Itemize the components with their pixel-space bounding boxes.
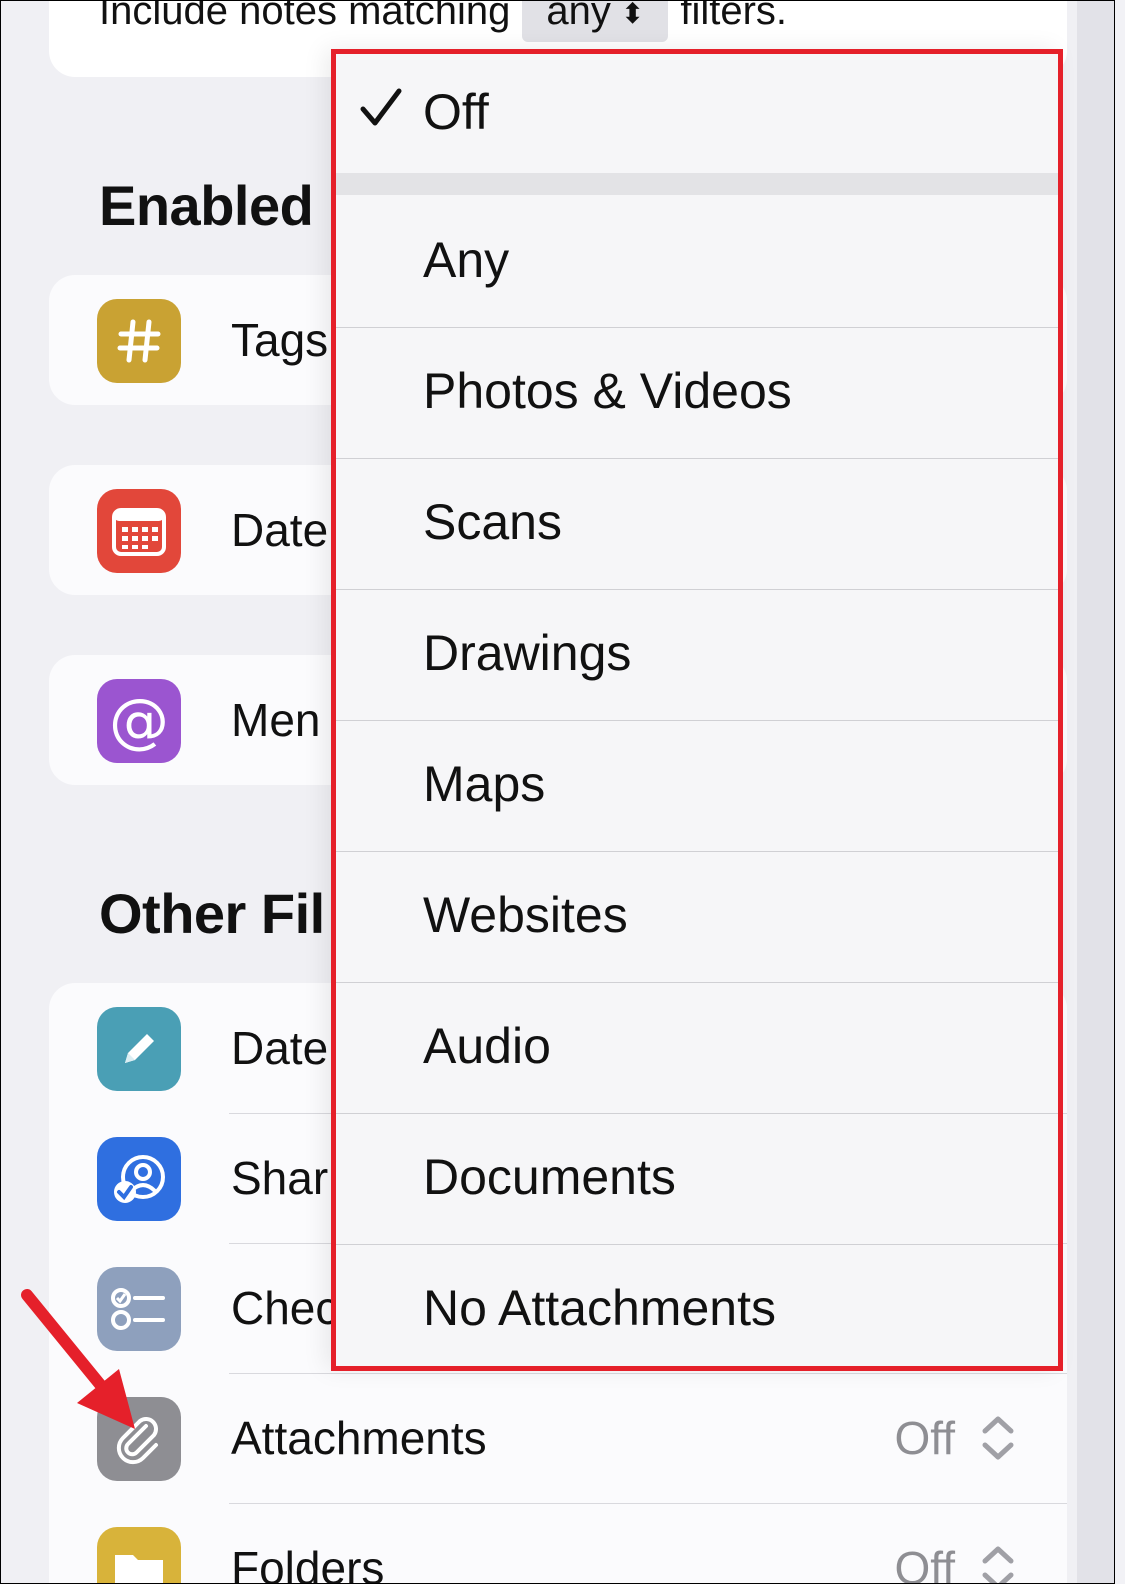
filter-row-attachments[interactable]: Attachments Off: [49, 1373, 1067, 1503]
scroll-gutter: [1077, 1, 1114, 1583]
filter-suffix: filters.: [680, 0, 788, 33]
red-arrow-annotation: [21, 1289, 135, 1429]
other-filters-title: Other Fil: [99, 882, 325, 945]
up-down-chevron-icon[interactable]: [979, 1543, 1017, 1584]
filter-match-sentence: Include notes matching any ⬍ filters.: [99, 0, 788, 42]
calendar-icon: [97, 489, 181, 573]
hashtag-icon: [97, 299, 181, 383]
menu-group-divider: [331, 173, 1061, 195]
menu-item-label: Off: [423, 84, 489, 140]
checkmark-icon: [360, 88, 402, 126]
menu-item-label: Documents: [423, 1149, 676, 1205]
match-selector[interactable]: any ⬍: [522, 0, 669, 42]
filter-label: Tags: [231, 314, 329, 366]
at-sign-icon: @: [97, 679, 181, 763]
folders-value[interactable]: Off: [894, 1541, 955, 1583]
menu-item-audio[interactable]: Audio: [331, 983, 1061, 1113]
filter-label: Men: [231, 694, 321, 746]
shared-person-icon: [97, 1137, 181, 1221]
menu-item-label: No Attachments: [423, 1280, 776, 1336]
up-down-chevron-icon: ⬍: [620, 0, 645, 29]
menu-item-label: Any: [423, 232, 510, 288]
filter-label: Shar: [231, 1152, 329, 1204]
menu-item-drawings[interactable]: Drawings: [331, 590, 1061, 720]
menu-item-label: Websites: [423, 887, 628, 943]
menu-item-label: Audio: [423, 1018, 551, 1074]
menu-item-scans[interactable]: Scans: [331, 459, 1061, 589]
filter-label: Attachments: [231, 1412, 487, 1464]
folder-icon: [97, 1527, 181, 1583]
menu-item-documents[interactable]: Documents: [331, 1114, 1061, 1244]
attachments-value[interactable]: Off: [894, 1411, 955, 1465]
menu-item-off[interactable]: Off: [331, 49, 1061, 173]
up-down-chevron-icon[interactable]: [979, 1413, 1017, 1463]
menu-item-label: Photos & Videos: [423, 363, 792, 419]
menu-item-no-attachments[interactable]: No Attachments: [331, 1245, 1061, 1375]
enabled-filters-title: Enabled: [99, 174, 314, 237]
filter-row-folders[interactable]: Folders Off: [49, 1503, 1067, 1584]
screen: Include notes matching any ⬍ filters. Enabl…: [0, 0, 1115, 1584]
filter-label: Folders: [231, 1542, 385, 1584]
menu-item-label: Scans: [423, 494, 562, 550]
menu-item-websites[interactable]: Websites: [331, 852, 1061, 982]
filter-label: Date: [231, 1022, 329, 1074]
menu-item-label: Maps: [423, 756, 546, 812]
attachments-dropdown-menu: Off Any Photos & Videos Scans Drawings M…: [331, 49, 1061, 1369]
match-value: any: [546, 0, 611, 33]
menu-item-photos-videos[interactable]: Photos & Videos: [331, 328, 1061, 458]
menu-item-maps[interactable]: Maps: [331, 721, 1061, 851]
filter-prefix: Include notes matching: [99, 0, 511, 33]
filter-label: Chec: [231, 1282, 339, 1334]
menu-item-any[interactable]: Any: [331, 197, 1061, 327]
menu-item-label: Drawings: [423, 625, 632, 681]
filter-label: Date: [231, 504, 329, 556]
pencil-icon: [97, 1007, 181, 1091]
